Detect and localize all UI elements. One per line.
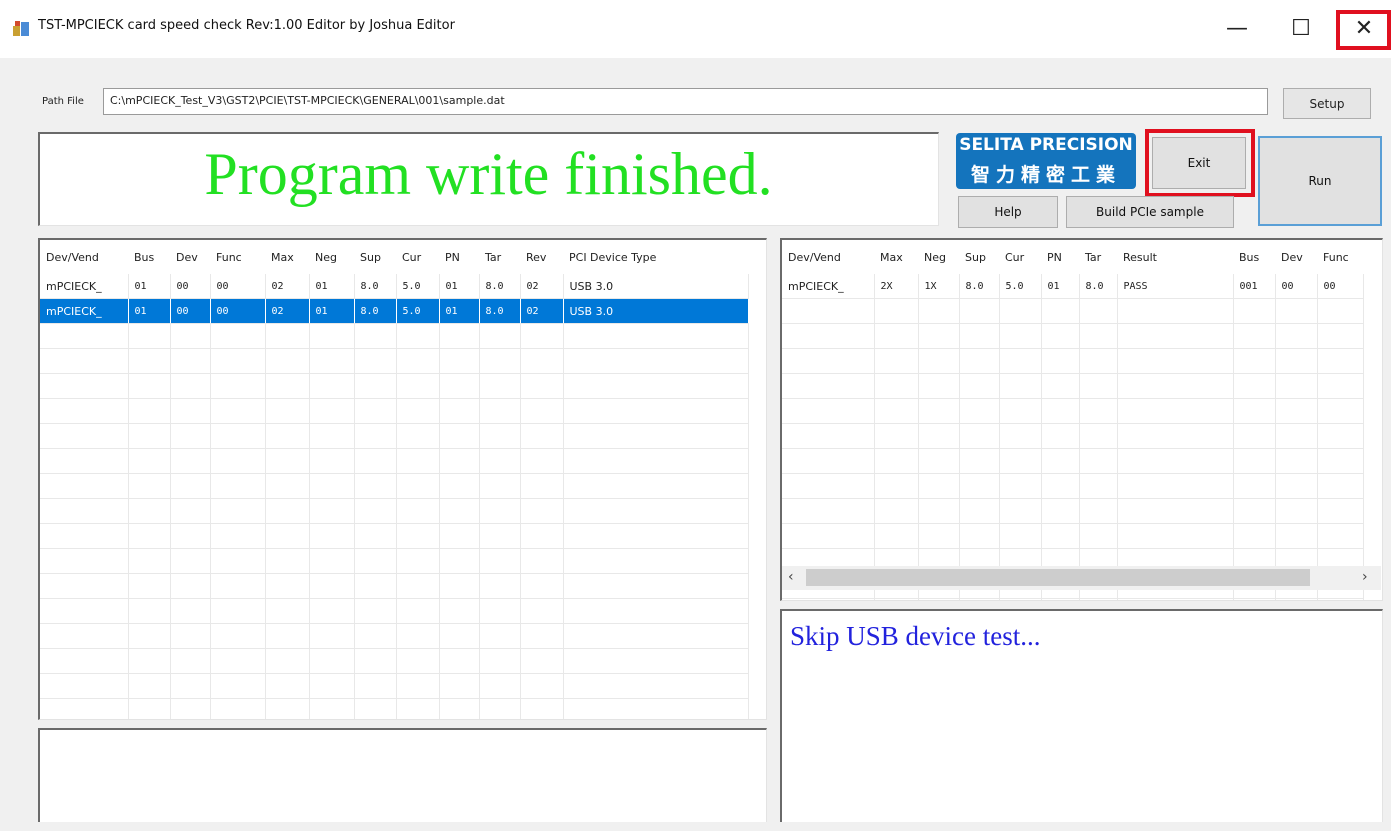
- result-table[interactable]: Dev/Vend Max Neg Sup Cur PN Tar Result B…: [780, 238, 1383, 601]
- table-header-row: Dev/Vend Bus Dev Func Max Neg Sup Cur PN…: [40, 240, 748, 274]
- setup-button[interactable]: Setup: [1283, 88, 1371, 119]
- column-header[interactable]: Dev: [170, 240, 210, 274]
- column-header[interactable]: PN: [1041, 240, 1079, 274]
- device-list-table[interactable]: Dev/Vend Bus Dev Func Max Neg Sup Cur PN…: [38, 238, 767, 720]
- table-cell: 8.0: [479, 274, 521, 299]
- result-cell: PASS: [1117, 274, 1234, 299]
- right-log-panel[interactable]: Skip USB device test...: [780, 609, 1383, 822]
- table-cell: 5.0: [396, 298, 440, 324]
- scroll-left-icon[interactable]: ‹: [788, 569, 794, 585]
- horizontal-scrollbar[interactable]: ‹ ›: [782, 566, 1381, 590]
- table-cell: 2X: [874, 274, 919, 299]
- empty-rows: [782, 298, 1364, 600]
- column-header[interactable]: Dev/Vend: [40, 240, 128, 274]
- column-header[interactable]: Sup: [959, 240, 999, 274]
- column-header[interactable]: PCI Device Type: [563, 240, 748, 274]
- column-header[interactable]: Tar: [1079, 240, 1117, 274]
- scroll-right-icon[interactable]: ›: [1362, 569, 1368, 585]
- table-cell: 8.0: [354, 298, 397, 324]
- app-icon: [13, 21, 29, 36]
- column-header[interactable]: Cur: [999, 240, 1041, 274]
- table-cell: 1X: [918, 274, 960, 299]
- log-message: Skip USB device test...: [790, 621, 1041, 651]
- status-panel: Program write finished.: [38, 132, 939, 226]
- path-file-label: Path File: [42, 96, 84, 107]
- logo-english-text: SELITA PRECISION: [959, 135, 1133, 155]
- column-header[interactable]: Bus: [1233, 240, 1275, 274]
- table-cell: 8.0: [479, 298, 521, 324]
- table-cell: 8.0: [1079, 274, 1118, 299]
- table-cell: 02: [265, 298, 310, 324]
- table-cell: 02: [520, 298, 564, 324]
- table-cell: mPCIECK_: [782, 274, 875, 299]
- minimize-button[interactable]: —: [1214, 8, 1260, 48]
- column-header[interactable]: Func: [210, 240, 265, 274]
- left-log-panel[interactable]: [38, 728, 767, 822]
- column-header[interactable]: Tar: [479, 240, 520, 274]
- table-header-row: Dev/Vend Max Neg Sup Cur PN Tar Result B…: [782, 240, 1363, 274]
- table-cell: USB 3.0: [563, 298, 749, 324]
- column-header[interactable]: Max: [874, 240, 918, 274]
- column-header[interactable]: Neg: [918, 240, 959, 274]
- table-cell: 01: [439, 298, 480, 324]
- build-pcie-sample-button[interactable]: Build PCIe sample: [1066, 196, 1234, 228]
- maximize-button[interactable]: ☐: [1278, 8, 1324, 48]
- table-cell: 8.0: [959, 274, 1000, 299]
- column-header[interactable]: Bus: [128, 240, 170, 274]
- path-file-input[interactable]: C:\mPCIECK_Test_V3\GST2\PCIE\TST-MPCIECK…: [103, 88, 1268, 115]
- table-cell: 01: [128, 274, 171, 299]
- table-cell: 01: [439, 274, 480, 299]
- table-cell: USB 3.0: [563, 274, 749, 299]
- help-button[interactable]: Help: [958, 196, 1058, 228]
- table-cell: 01: [309, 298, 355, 324]
- table-cell: 00: [210, 274, 266, 299]
- table-cell: mPCIECK_: [40, 298, 129, 324]
- column-header[interactable]: Dev/Vend: [782, 240, 874, 274]
- table-cell: 00: [1275, 274, 1318, 299]
- scrollbar-thumb[interactable]: [806, 569, 1310, 586]
- column-header[interactable]: Max: [265, 240, 309, 274]
- table-cell: 02: [265, 274, 310, 299]
- column-header[interactable]: Result: [1117, 240, 1233, 274]
- table-cell: 00: [170, 274, 211, 299]
- table-cell: 01: [128, 298, 171, 324]
- column-header[interactable]: Dev: [1275, 240, 1317, 274]
- logo-chinese-text: 智力精密工業: [970, 164, 1121, 186]
- empty-rows: [40, 323, 749, 719]
- table-cell: mPCIECK_: [40, 274, 129, 299]
- column-header[interactable]: PN: [439, 240, 479, 274]
- table-cell: 02: [520, 274, 564, 299]
- table-cell: 5.0: [999, 274, 1042, 299]
- table-row[interactable]: mPCIECK_ 01 00 00 02 01 8.0 5.0 01 8.0 0…: [40, 274, 749, 299]
- column-header[interactable]: Cur: [396, 240, 439, 274]
- status-message: Program write finished.: [204, 141, 773, 207]
- table-cell: 001: [1233, 274, 1276, 299]
- table-cell: 8.0: [354, 274, 397, 299]
- exit-highlight-box: [1145, 129, 1255, 197]
- column-header[interactable]: Rev: [520, 240, 563, 274]
- company-logo: SELITA PRECISION 智力精密工業: [956, 133, 1136, 189]
- table-cell: 5.0: [396, 274, 440, 299]
- window-title: TST-MPCIECK card speed check Rev:1.00 Ed…: [38, 18, 455, 33]
- close-highlight-box: [1336, 10, 1391, 50]
- column-header[interactable]: Func: [1317, 240, 1363, 274]
- table-row-selected[interactable]: mPCIECK_ 01 00 00 02 01 8.0 5.0 01 8.0 0…: [40, 298, 749, 324]
- table-cell: 00: [210, 298, 266, 324]
- table-row[interactable]: mPCIECK_ 2X 1X 8.0 5.0 01 8.0 PASS 001 0…: [782, 274, 1364, 299]
- column-header[interactable]: Neg: [309, 240, 354, 274]
- table-cell: 01: [1041, 274, 1080, 299]
- run-button[interactable]: Run: [1258, 136, 1382, 226]
- table-cell: 01: [309, 274, 355, 299]
- table-cell: 00: [170, 298, 211, 324]
- table-cell: 00: [1317, 274, 1364, 299]
- column-header[interactable]: Sup: [354, 240, 396, 274]
